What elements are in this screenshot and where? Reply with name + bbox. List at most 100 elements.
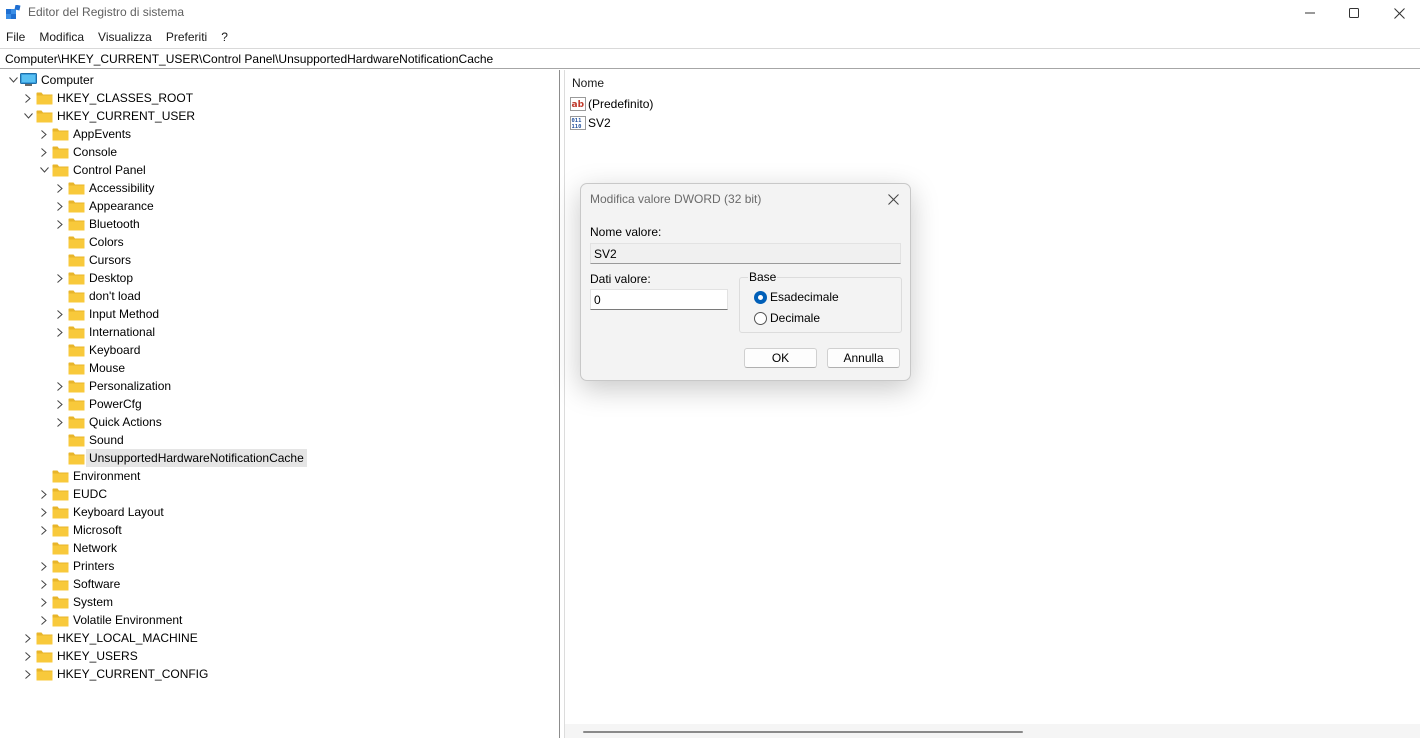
tree-item[interactable]: HKEY_USERS [0,647,559,665]
tree-item-label: HKEY_LOCAL_MACHINE [57,631,198,645]
chevron-right-icon[interactable] [39,593,49,611]
tree-item-label: International [89,325,156,339]
tree-item[interactable]: HKEY_CLASSES_ROOT [0,89,559,107]
chevron-right-icon[interactable] [39,503,49,521]
tree-item[interactable]: Cursors [0,251,559,269]
values-list[interactable]: Nome ab (Predefinito) 011 110 SV2 [565,70,1420,738]
tree-item[interactable]: Personalization [0,377,559,395]
value-row-sv2[interactable]: 011 110 SV2 [570,114,611,132]
cancel-button[interactable]: Annulla [827,348,900,368]
menu-help[interactable]: ? [214,28,235,46]
tree-item[interactable]: Input Method [0,305,559,323]
radio-hexadecimal[interactable]: Esadecimale [754,290,839,304]
chevron-down-icon[interactable] [8,71,18,89]
tree-item[interactable]: Appearance [0,197,559,215]
tree-item[interactable]: Software [0,575,559,593]
value-row-default[interactable]: ab (Predefinito) [570,95,653,113]
tree-item[interactable]: HKEY_CURRENT_USER [0,107,559,125]
chevron-right-icon[interactable] [55,377,65,395]
chevron-right-icon[interactable] [55,197,65,215]
menu-bar: File Modifica Visualizza Preferiti ? [0,28,235,46]
tree-item[interactable]: Control Panel [0,161,559,179]
tree-item[interactable]: Network [0,539,559,557]
tree-item[interactable]: Environment [0,467,559,485]
value-data-input[interactable] [590,289,728,310]
tree-item[interactable]: Quick Actions [0,413,559,431]
tree-item[interactable]: Bluetooth [0,215,559,233]
tree-item[interactable]: System [0,593,559,611]
registry-tree[interactable]: Computer HKEY_CLASSES_ROOT HKEY_CURRENT_US… [0,70,559,738]
tree-item[interactable]: Console [0,143,559,161]
scrollbar-thumb[interactable] [583,731,1023,733]
column-header-name[interactable]: Nome [572,76,604,90]
tree-item[interactable]: Computer [0,71,559,89]
chevron-right-icon[interactable] [39,125,49,143]
folder-icon [68,415,85,429]
chevron-right-icon[interactable] [55,323,65,341]
chevron-right-icon[interactable] [55,179,65,197]
chevron-right-icon[interactable] [23,89,33,107]
chevron-right-icon[interactable] [55,215,65,233]
tree-item[interactable]: Keyboard [0,341,559,359]
chevron-down-icon[interactable] [23,107,33,125]
tree-item[interactable]: Printers [0,557,559,575]
close-button[interactable] [1376,0,1420,26]
folder-icon [36,649,53,663]
tree-item-label: Input Method [89,307,160,321]
chevron-right-icon[interactable] [23,647,33,665]
tree-item[interactable]: EUDC [0,485,559,503]
tree-item[interactable]: UnsupportedHardwareNotificationCache [0,449,559,467]
tree-item[interactable]: International [0,323,559,341]
chevron-right-icon[interactable] [39,557,49,575]
chevron-right-icon[interactable] [23,665,33,683]
tree-item[interactable]: HKEY_CURRENT_CONFIG [0,665,559,683]
ok-button[interactable]: OK [744,348,817,368]
tree-item[interactable]: don't load [0,287,559,305]
folder-icon [36,667,53,681]
chevron-right-icon[interactable] [55,269,65,287]
chevron-right-icon[interactable] [39,521,49,539]
address-bar[interactable]: Computer\HKEY_CURRENT_USER\Control Panel… [0,48,1420,69]
folder-icon [52,613,69,627]
maximize-button[interactable] [1331,0,1377,26]
tree-item[interactable]: PowerCfg [0,395,559,413]
tree-item[interactable]: Colors [0,233,559,251]
tree-item[interactable]: Desktop [0,269,559,287]
tree-item[interactable]: Keyboard Layout [0,503,559,521]
minimize-button[interactable] [1287,0,1333,26]
radio-label: Esadecimale [770,290,839,304]
tree-item[interactable]: Sound [0,431,559,449]
folder-icon [36,91,53,105]
folder-icon [68,379,85,393]
base-group: Base Esadecimale Decimale [739,270,902,333]
chevron-right-icon[interactable] [39,485,49,503]
menu-visualizza[interactable]: Visualizza [91,28,159,46]
menu-file[interactable]: File [0,28,32,46]
address-path[interactable]: Computer\HKEY_CURRENT_USER\Control Panel… [5,52,493,66]
dialog-close-button[interactable] [882,189,904,209]
tree-item[interactable]: Mouse [0,359,559,377]
radio-button[interactable] [754,311,767,325]
chevron-right-icon[interactable] [55,305,65,323]
horizontal-scrollbar[interactable] [565,724,1420,738]
radio-button-checked[interactable] [754,290,767,304]
menu-modifica[interactable]: Modifica [32,28,91,46]
tree-item[interactable]: Microsoft [0,521,559,539]
folder-icon [52,523,69,537]
chevron-right-icon[interactable] [23,629,33,647]
tree-item[interactable]: HKEY_LOCAL_MACHINE [0,629,559,647]
radio-decimal[interactable]: Decimale [754,311,820,325]
string-value-icon: ab [570,97,586,111]
chevron-right-icon[interactable] [39,611,49,629]
chevron-right-icon[interactable] [39,575,49,593]
chevron-right-icon[interactable] [55,395,65,413]
folder-icon [68,361,85,375]
tree-item-label: Network [73,541,118,555]
tree-item[interactable]: AppEvents [0,125,559,143]
chevron-right-icon[interactable] [39,143,49,161]
menu-preferiti[interactable]: Preferiti [159,28,214,46]
chevron-down-icon[interactable] [39,161,49,179]
tree-item[interactable]: Volatile Environment [0,611,559,629]
chevron-right-icon[interactable] [55,413,65,431]
tree-item[interactable]: Accessibility [0,179,559,197]
